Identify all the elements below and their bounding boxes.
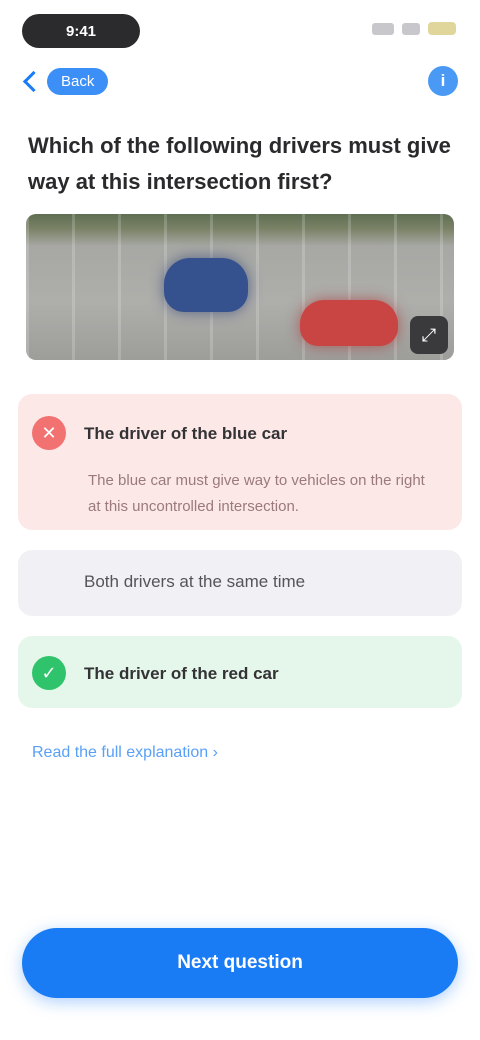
status-icons	[372, 22, 456, 35]
zoom-icon[interactable]: ⤢	[410, 316, 448, 354]
answer-explanation: The blue car must give way to vehicles o…	[88, 472, 425, 515]
red-car	[300, 300, 398, 346]
answer-option-wrong[interactable]: ✕ The driver of the blue car The blue ca…	[18, 394, 462, 530]
wifi-icon	[402, 22, 420, 35]
answer-option-neutral[interactable]: Both drivers at the same time	[18, 550, 462, 616]
question-image[interactable]: ⤢	[26, 214, 454, 360]
check-icon: ✓	[32, 656, 66, 690]
battery-icon	[428, 22, 456, 35]
signal-icon	[372, 22, 394, 35]
blue-car	[164, 258, 248, 312]
chevron-left-icon	[22, 70, 45, 92]
nav-bar: Back i	[0, 58, 480, 104]
explanation-link[interactable]: Read the full explanation ›	[32, 744, 218, 762]
cross-icon: ✕	[32, 416, 66, 450]
answer-label: The driver of the blue car	[84, 424, 288, 443]
answer-label: Both drivers at the same time	[84, 572, 306, 591]
next-question-button[interactable]: Next question	[22, 928, 458, 998]
answer-option-correct[interactable]: ✓ The driver of the red car	[18, 636, 462, 708]
info-button[interactable]: i	[428, 66, 458, 96]
back-button[interactable]: Back	[22, 64, 109, 98]
status-bar: 9:41	[0, 0, 480, 60]
back-label: Back	[47, 67, 109, 95]
status-time: 9:41	[22, 14, 140, 48]
answer-label: The driver of the red car	[84, 664, 279, 683]
question-text: Which of the following drivers must give…	[28, 133, 451, 194]
